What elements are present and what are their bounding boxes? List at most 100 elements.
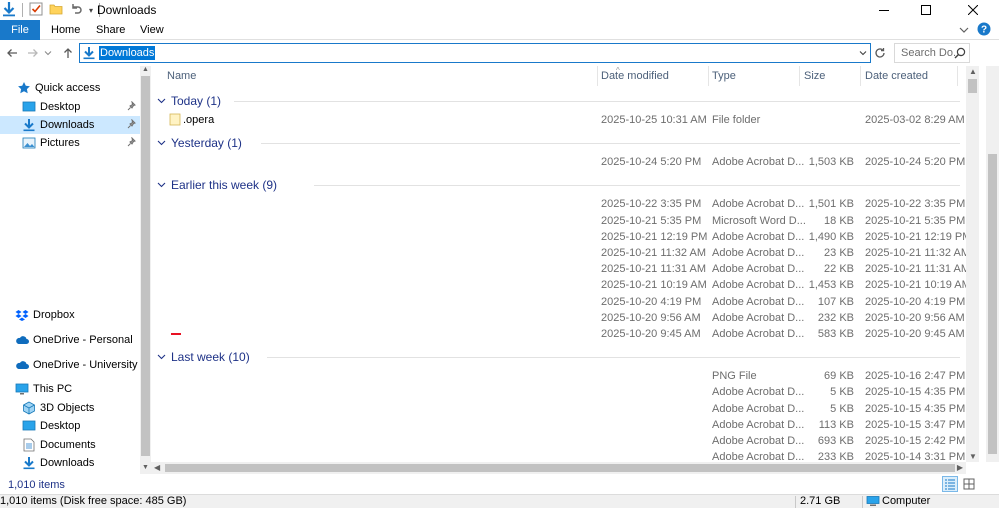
search-icon[interactable]	[954, 47, 966, 62]
maximize-button[interactable]	[903, 0, 949, 20]
sidebar-item-this-pc[interactable]: This PC	[0, 380, 140, 398]
column-divider[interactable]	[708, 66, 709, 86]
up-button[interactable]	[60, 44, 76, 62]
help-icon[interactable]: ?	[977, 22, 991, 39]
file-date-created: 2025-10-15 2:42 PM	[865, 435, 966, 447]
pin-icon[interactable]	[127, 100, 137, 114]
file-row[interactable]: PNG File 69 KB 2025-10-16 2:47 PM	[151, 368, 966, 384]
address-path[interactable]: Downloads	[99, 46, 156, 60]
tab-home[interactable]: Home	[51, 20, 80, 40]
chevron-down-icon[interactable]	[157, 140, 166, 146]
file-date-modified: 2025-10-21 11:31 AM	[601, 263, 706, 276]
recent-locations-button[interactable]	[43, 44, 53, 62]
sidebar-item-label: 3D Objects	[40, 402, 95, 414]
large-icons-view-button[interactable]	[961, 476, 977, 492]
expand-ribbon-icon[interactable]	[959, 23, 969, 37]
file-row[interactable]: Adobe Acrobat D... 5 KB 2025-10-15 4:35 PM	[151, 401, 966, 417]
minimize-button[interactable]	[861, 0, 907, 20]
refresh-button[interactable]	[872, 44, 888, 62]
scroll-up-arrow-icon[interactable]: ▲	[969, 67, 977, 76]
forward-button[interactable]	[25, 44, 41, 62]
address-bar[interactable]: Downloads	[79, 43, 871, 63]
file-row[interactable]: Adobe Acrobat D... 113 KB 2025-10-15 3:47 …	[151, 417, 966, 433]
sidebar-item-quick-access[interactable]: Quick access	[0, 79, 140, 97]
sidebar-item-documents[interactable]: Documents	[0, 436, 140, 454]
file-row[interactable]: 2025-10-21 11:31 AM Adobe Acrobat D... 22 …	[151, 261, 966, 277]
column-header-type[interactable]: Type	[712, 66, 736, 86]
title-bar: ▾ Downloads	[0, 0, 999, 20]
sidebar-item-desktop[interactable]: Desktop	[0, 417, 140, 435]
column-header-date-modified[interactable]: Date modified	[601, 66, 669, 86]
navigation-bar: Downloads Search Do...	[0, 40, 999, 66]
file-row[interactable]: Adobe Acrobat D... 5 KB 2025-10-15 4:35 PM	[151, 384, 966, 400]
download-icon	[21, 117, 37, 133]
properties-icon[interactable]	[29, 2, 43, 19]
file-type: Adobe Acrobat D...	[712, 402, 805, 415]
file-row[interactable]: 2025-10-20 9:56 AM Adobe Acrobat D... 232 …	[151, 310, 966, 326]
tab-file[interactable]: File	[0, 20, 40, 40]
new-folder-icon[interactable]	[49, 2, 63, 19]
column-header-date-created[interactable]: Date created	[865, 66, 928, 86]
column-divider[interactable]	[799, 66, 800, 86]
sidebar-item-dropbox[interactable]: Dropbox	[0, 306, 140, 324]
scrollbar-thumb[interactable]	[968, 79, 977, 93]
address-dropdown-button[interactable]	[856, 44, 870, 62]
group-header[interactable]: Today (1)	[157, 92, 221, 110]
file-date-created: 2025-10-20 9:56 AM	[865, 311, 965, 324]
group-header[interactable]: Earlier this week (9)	[157, 176, 277, 194]
tab-view[interactable]: View	[140, 20, 164, 40]
sidebar-item-onedrive-university[interactable]: OneDrive - University of W	[0, 356, 140, 374]
file-type: Adobe Acrobat D...	[712, 311, 805, 324]
file-type: Adobe Acrobat D...	[712, 198, 805, 211]
window-scrollbar[interactable]	[986, 66, 999, 462]
undo-icon[interactable]	[69, 2, 83, 19]
file-row[interactable]: .opera 2025-10-25 10:31 AM File folder 2025…	[151, 112, 966, 128]
back-button[interactable]	[4, 44, 20, 62]
navigation-pane-scrollbar[interactable]: ▲ ▼	[140, 66, 151, 474]
chevron-down-icon[interactable]	[157, 182, 166, 188]
file-list-scrollbar[interactable]: ▲ ▼	[966, 66, 979, 462]
file-row[interactable]: 2025-10-20 9:45 AM Adobe Acrobat D... 583 …	[151, 326, 966, 342]
scrollbar-thumb[interactable]	[165, 464, 955, 472]
group-header[interactable]: Yesterday (1)	[157, 134, 242, 152]
column-divider[interactable]	[957, 66, 958, 86]
details-view-button[interactable]	[942, 476, 958, 492]
file-row[interactable]: 2025-10-21 5:35 PM Microsoft Word D... 18 …	[151, 213, 966, 229]
chevron-down-icon[interactable]	[157, 354, 166, 360]
file-row[interactable]: 2025-10-24 5:20 PM Adobe Acrobat D... 1,50…	[151, 154, 966, 170]
file-row[interactable]: 2025-10-22 3:35 PM Adobe Acrobat D... 1,50…	[151, 196, 966, 212]
file-row[interactable]: 2025-10-21 11:32 AM Adobe Acrobat D... 23 …	[151, 245, 966, 261]
column-divider[interactable]	[860, 66, 861, 86]
sidebar-item-desktop-pinned[interactable]: Desktop	[0, 98, 140, 116]
group-header[interactable]: Last week (10)	[157, 348, 250, 366]
file-row[interactable]: Adobe Acrobat D... 233 KB 2025-10-14 3:31 …	[151, 449, 966, 462]
pin-icon[interactable]	[127, 136, 137, 150]
close-button[interactable]	[946, 0, 999, 20]
pin-icon[interactable]	[127, 118, 137, 132]
sidebar-item-onedrive-personal[interactable]: OneDrive - Personal	[0, 331, 140, 349]
scrollbar-thumb[interactable]	[141, 76, 150, 456]
scrollbar-thumb[interactable]	[988, 154, 997, 454]
chevron-down-icon[interactable]	[157, 98, 166, 104]
scroll-down-arrow-icon[interactable]: ▼	[969, 452, 977, 461]
sidebar-item-3d-objects[interactable]: 3D Objects	[0, 399, 140, 417]
sidebar-item-downloads-pinned[interactable]: Downloads	[0, 116, 140, 134]
sidebar-item-downloads[interactable]: Downloads	[0, 454, 140, 472]
column-header-size[interactable]: Size	[804, 66, 825, 86]
file-row[interactable]: 2025-10-20 4:19 PM Adobe Acrobat D... 107 …	[151, 294, 966, 310]
scroll-right-arrow-icon[interactable]: ▶	[957, 463, 963, 472]
file-row[interactable]: 2025-10-21 12:19 PM Adobe Acrobat D... 1,4…	[151, 229, 966, 245]
file-row[interactable]: 2025-10-21 10:19 AM Adobe Acrobat D... 1,4…	[151, 277, 966, 293]
sidebar-item-pictures-pinned[interactable]: Pictures	[0, 134, 140, 152]
column-divider[interactable]	[597, 66, 598, 86]
horizontal-scrollbar[interactable]: ◀ ▶	[151, 462, 966, 474]
column-header-name[interactable]: Name	[167, 66, 196, 86]
scroll-up-arrow-icon[interactable]: ▲	[141, 66, 150, 76]
customize-toolbar-icon[interactable]: ▾	[89, 6, 93, 15]
scroll-down-arrow-icon[interactable]: ▼	[141, 464, 150, 474]
file-row[interactable]: Adobe Acrobat D... 693 KB 2025-10-15 2:42 …	[151, 433, 966, 449]
tab-share[interactable]: Share	[96, 20, 125, 40]
scroll-left-arrow-icon[interactable]: ◀	[154, 463, 160, 472]
location-zone: Computer	[882, 495, 931, 507]
search-box[interactable]: Search Do...	[894, 43, 970, 63]
